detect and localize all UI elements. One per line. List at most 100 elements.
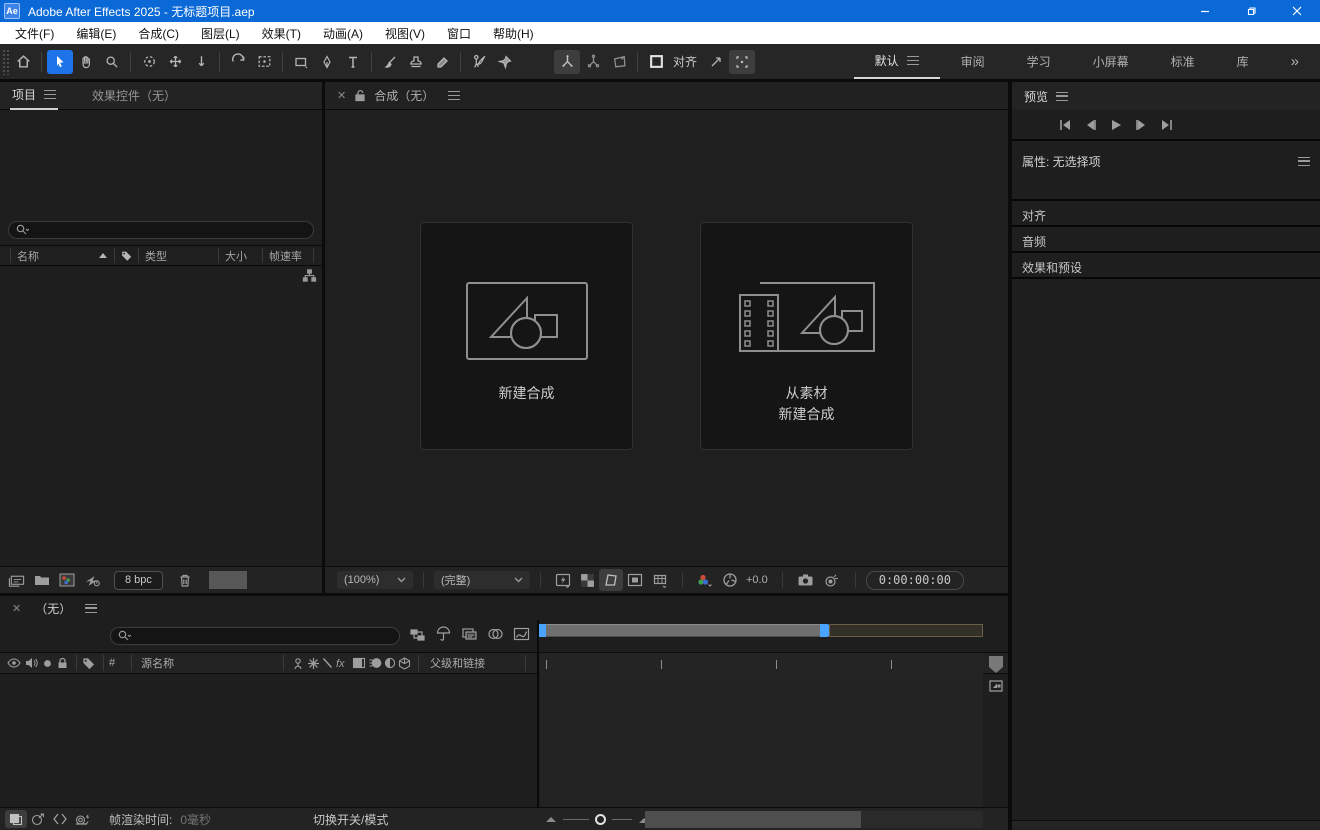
play-button[interactable] [1110,119,1122,131]
video-visibility-column-icon[interactable] [7,658,21,668]
column-type[interactable]: 类型 [138,248,218,263]
restore-button[interactable] [1228,0,1274,22]
composition-mini-flowchart-button[interactable] [409,626,426,642]
zoom-slider-handle[interactable] [595,814,606,825]
transparency-grid-button[interactable] [575,573,599,588]
preview-panel-menu-icon[interactable] [1056,92,1068,101]
source-name-column[interactable]: 源名称 [141,655,174,671]
column-size[interactable]: 大小 [218,248,262,263]
motion-blur-switch-icon[interactable] [368,657,382,669]
workspace-small-screen[interactable]: 小屏幕 [1072,44,1150,79]
show-channel-button[interactable] [692,573,718,588]
menu-edit[interactable]: 编辑(E) [65,22,127,44]
selection-tool[interactable] [47,50,73,74]
snap-arrow-icon[interactable] [703,50,729,74]
comp-tab-label[interactable]: 合成（无） [374,87,434,104]
project-search-input[interactable] [8,221,314,239]
timeline-panel-menu-icon[interactable] [85,604,97,613]
brush-tool[interactable] [377,50,403,74]
current-time-display[interactable]: 0:00:00:00 [866,571,964,590]
toggle-switches-modes-button[interactable]: 切换开关/模式 [313,811,388,828]
orbit-camera-tool[interactable] [136,50,162,74]
project-flowchart-icon[interactable] [302,268,317,283]
local-axis-mode-button[interactable] [554,50,580,74]
view-axis-mode-button[interactable] [606,50,632,74]
hand-tool[interactable] [73,50,99,74]
quality-switch-icon[interactable] [322,657,333,669]
rotation-tool[interactable] [225,50,251,74]
pan-camera-tool[interactable] [162,50,188,74]
tab-preview[interactable]: 预览 [1022,82,1070,110]
timeline-hscroll-thumb[interactable] [645,811,861,828]
rectangle-tool[interactable] [288,50,314,74]
column-framerate[interactable]: 帧速率 [262,248,314,263]
zoom-tool[interactable] [99,50,125,74]
properties-panel-menu-icon[interactable] [1298,157,1310,166]
menu-animation[interactable]: 动画(A) [312,22,374,44]
fast-previews-button[interactable] [551,573,575,588]
new-composition-button[interactable] [59,573,75,587]
expand-inout-panes-button[interactable] [49,813,71,825]
next-frame-button[interactable] [1134,119,1148,131]
column-name[interactable]: 名称 [10,248,114,263]
puppet-pin-tool[interactable] [492,50,518,74]
workspace-libraries[interactable]: 库 [1216,44,1270,79]
menu-view[interactable]: 视图(V) [374,22,436,44]
color-depth-button[interactable]: 8 bpc [114,571,163,590]
work-area-end-handle[interactable] [820,624,829,637]
frame-blending-button[interactable] [487,626,504,642]
project-panel-menu-icon[interactable] [44,90,56,99]
delete-item-button[interactable] [178,573,192,588]
graph-editor-button[interactable] [513,626,530,642]
snap-checkbox[interactable] [643,50,669,74]
effects-switch-icon[interactable]: fx [335,657,350,669]
layer-number-column[interactable]: # [109,657,115,669]
region-of-interest-button[interactable] [623,573,647,587]
toolbar-grip[interactable] [2,49,10,75]
menu-layer[interactable]: 图层(L) [190,22,251,44]
zoom-out-mountain-icon[interactable] [545,815,557,823]
magnification-dropdown[interactable]: (100%) [337,571,413,589]
home-button[interactable] [10,50,36,74]
exposure-value[interactable]: +0.0 [746,574,768,586]
menu-effect[interactable]: 效果(T) [251,22,312,44]
solo-column-icon[interactable] [43,659,52,668]
timeline-search-input[interactable] [110,627,400,645]
column-label-color[interactable] [114,248,138,263]
properties-panel-header[interactable]: 属性: 无选择项 [1012,148,1320,174]
tab-project[interactable]: 项目 [10,82,58,110]
eraser-tool[interactable] [429,50,455,74]
close-button[interactable] [1274,0,1320,22]
first-frame-button[interactable] [1058,119,1072,131]
lock-column-icon[interactable] [57,657,68,669]
audio-column-icon[interactable] [25,657,38,669]
comp-marker-bin-icon[interactable] [988,655,1004,674]
time-ruler[interactable] [540,653,983,675]
menu-file[interactable]: 文件(F) [4,22,65,44]
label-column-icon[interactable] [82,657,95,670]
workspace-learn[interactable]: 学习 [1006,44,1072,79]
tab-effect-controls[interactable]: 效果控件（无） [92,87,176,104]
comp-panel-menu-icon[interactable] [448,91,460,100]
timeline-hscroll-track[interactable] [645,811,983,828]
toggle-mask-visibility-button[interactable] [599,569,623,591]
last-frame-button[interactable] [1160,119,1174,131]
comp-button-icon[interactable] [988,679,1004,693]
show-snapshot-button[interactable] [819,573,845,588]
reset-exposure-button[interactable] [718,572,742,588]
workspace-standard[interactable]: 标准 [1150,44,1216,79]
workspace-overflow-button[interactable]: » [1270,44,1320,79]
dolly-camera-tool[interactable] [188,50,214,74]
parent-link-column[interactable]: 父级和链接 [430,655,485,671]
timeline-divider[interactable] [537,620,539,830]
collapse-transformations-icon[interactable] [307,657,320,670]
shy-switch-icon[interactable] [291,657,305,670]
pen-tool[interactable] [314,50,340,74]
expand-layer-switches-button[interactable] [5,810,27,828]
adjustment-layer-switch-icon[interactable] [384,657,396,669]
snap-label[interactable]: 对齐 [673,53,697,70]
workspace-default[interactable]: 默认 [854,44,940,79]
work-area-region[interactable] [546,624,820,637]
workspace-menu-icon[interactable] [907,56,919,65]
world-axis-mode-button[interactable] [580,50,606,74]
